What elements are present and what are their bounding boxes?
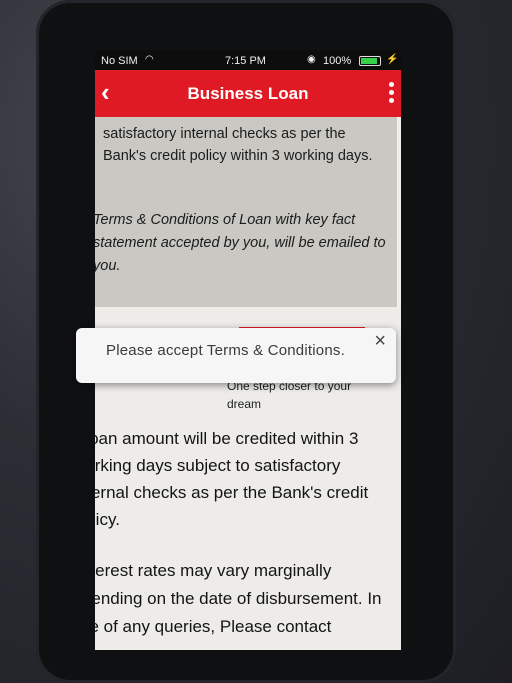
more-options-icon[interactable] <box>389 82 397 106</box>
status-time: 7:15 PM <box>225 55 266 67</box>
battery-percentage: 100% <box>323 55 352 67</box>
loan-info-panel: satisfactory internal checks as per the … <box>95 117 397 307</box>
terms-toast: Please accept Terms & Conditions. × <box>76 328 396 383</box>
credit-policy-text: satisfactory internal checks as per the … <box>103 126 373 164</box>
close-icon[interactable]: × <box>374 330 386 353</box>
interest-rate-note: **Interest rates may vary marginally dep… <box>95 557 393 641</box>
carrier-label: No SIM <box>101 55 138 67</box>
loan-credit-note-text: Loan amount will be credited within 3 wo… <box>95 429 369 529</box>
loan-credit-note: *Loan amount will be credited within 3 w… <box>95 425 389 533</box>
battery-icon <box>359 56 381 66</box>
toast-message: Please accept Terms & Conditions. <box>106 342 345 359</box>
app-header: ‹ Business Loan <box>95 70 401 117</box>
interest-rate-note-text: Interest rates may vary marginally depen… <box>95 561 382 636</box>
charging-icon: ⚡ <box>386 54 399 65</box>
terms-email-text: Terms & Conditions of Loan with key fact… <box>95 212 386 274</box>
wifi-icon: ◠ <box>145 54 154 65</box>
page-title: Business Loan <box>187 84 309 103</box>
orientation-lock-icon: ◉ <box>307 54 316 65</box>
status-bar: No SIM ◠ 7:15 PM ◉ 100% ⚡ <box>95 50 401 70</box>
